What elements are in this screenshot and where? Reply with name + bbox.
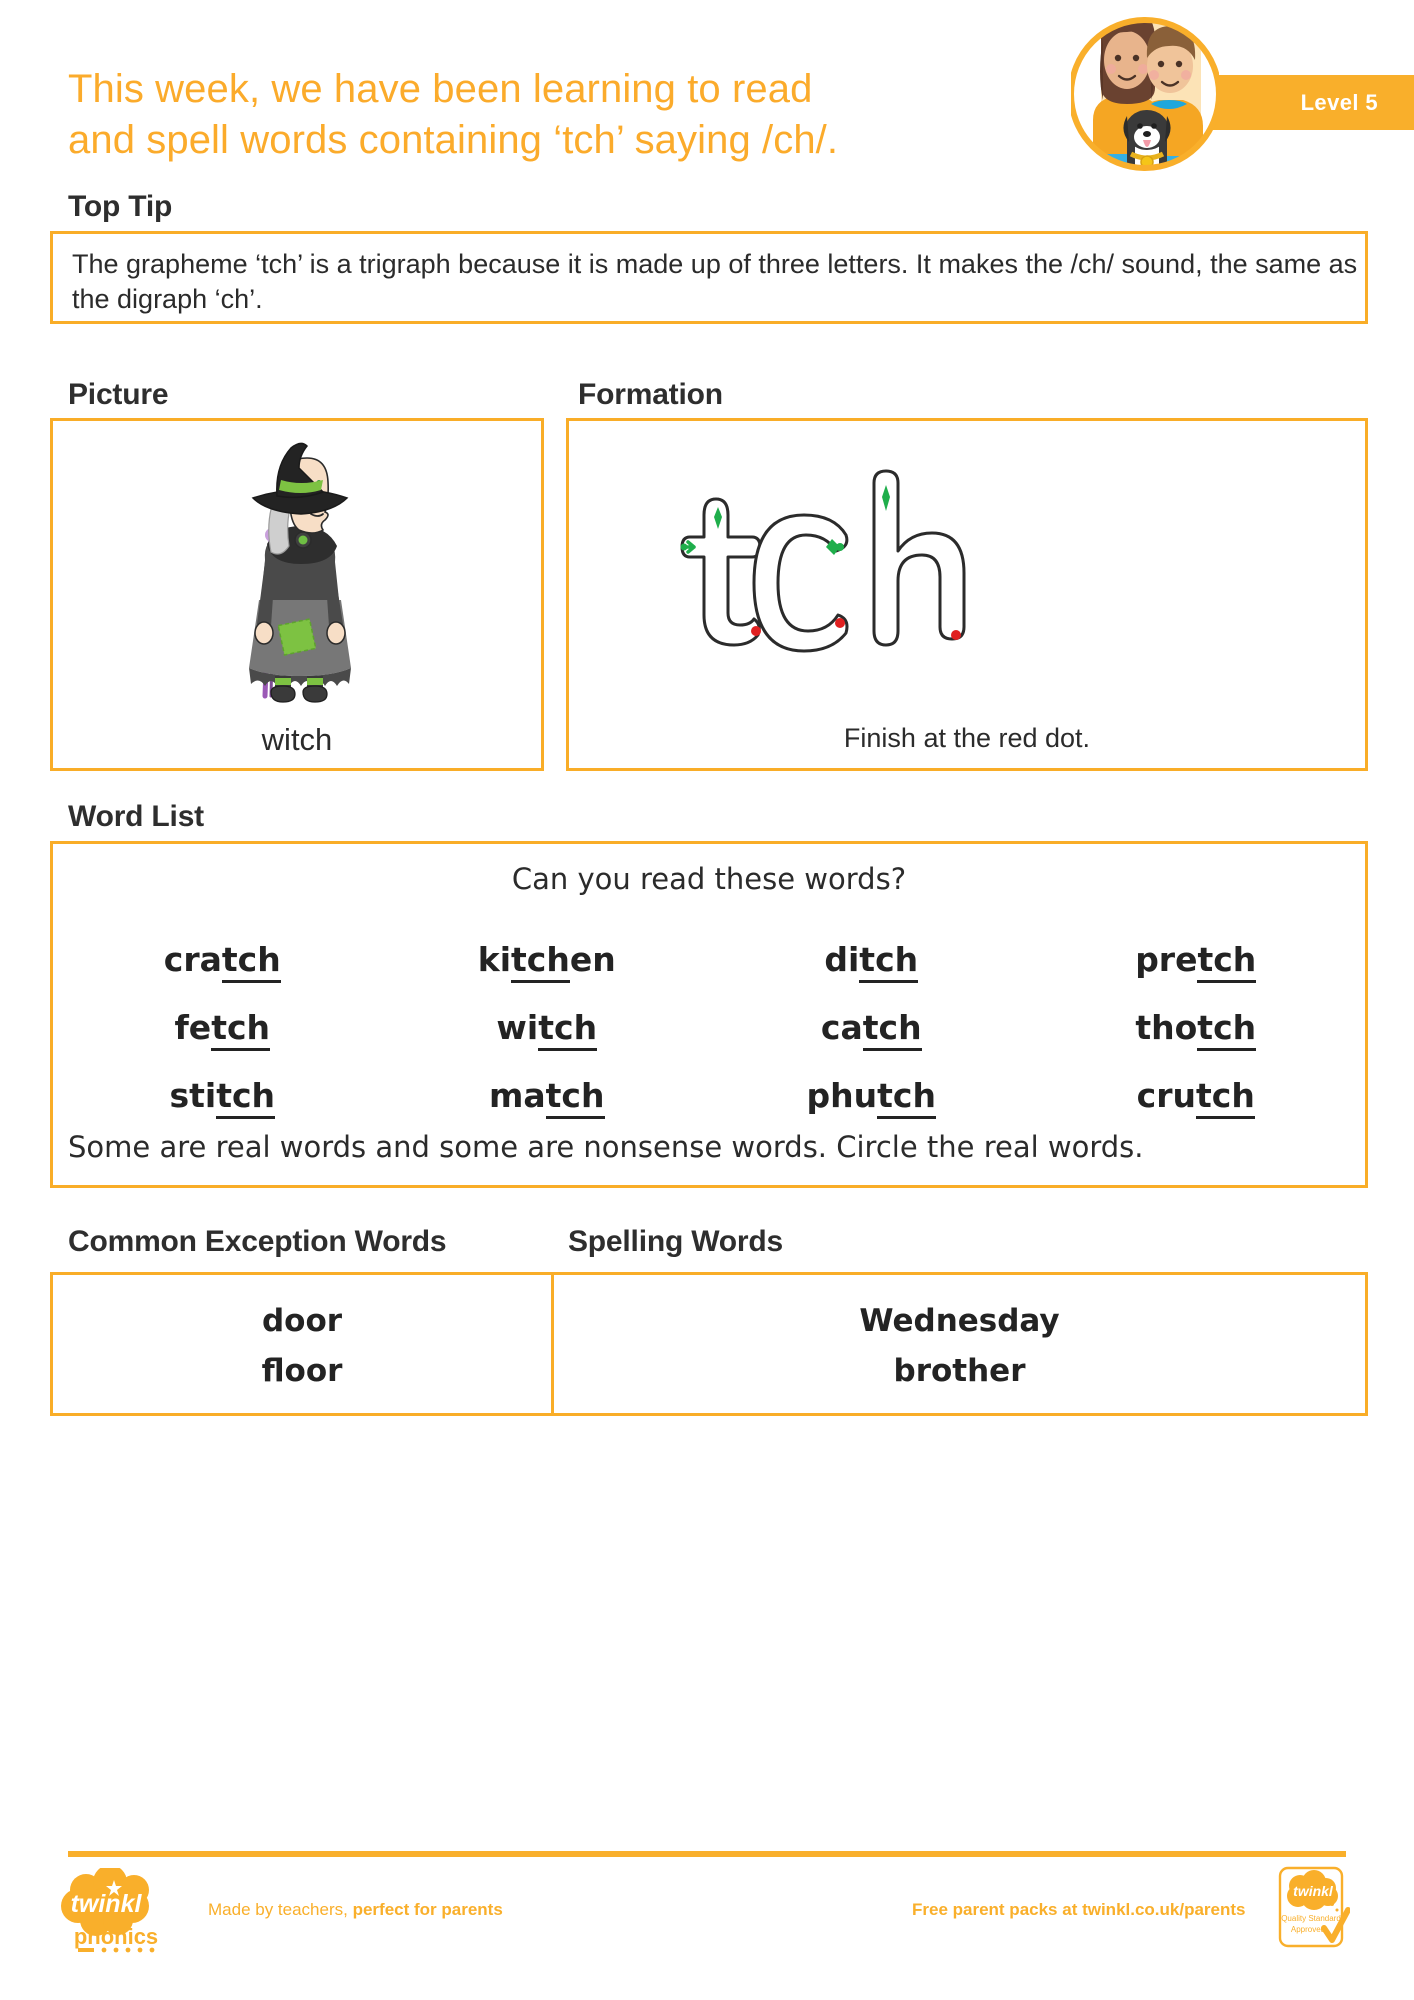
word-list-footer-note: Some are real words and some are nonsens…: [68, 1130, 1144, 1164]
svg-text:Quality Standard: Quality Standard: [1281, 1914, 1341, 1923]
word-grapheme: tch: [211, 1007, 271, 1051]
word-list-word[interactable]: thotch: [1034, 1007, 1359, 1051]
twinkl-phonics-logo: twinkl phonics: [52, 1865, 176, 1954]
list-item: Wednesday: [859, 1303, 1060, 1339]
word-grapheme: tch: [538, 1007, 598, 1051]
word-grapheme: tch: [545, 1075, 605, 1119]
word-grapheme: tch: [1197, 1007, 1257, 1051]
spelling-words-list: Wednesday brother: [554, 1286, 1365, 1406]
word-list-word[interactable]: witch: [385, 1007, 710, 1051]
word-list-word[interactable]: crutch: [1034, 1075, 1359, 1119]
word-list-row: stitch match phutch crutch: [60, 1061, 1358, 1129]
footer-made-by-text: Made by teachers, perfect for parents: [208, 1900, 503, 1920]
page-header: This week, we have been learning to read…: [0, 0, 1414, 210]
word-list-word[interactable]: cratch: [60, 939, 385, 983]
word-grapheme: tch: [221, 939, 281, 983]
svg-text:Approved: Approved: [1291, 1925, 1325, 1934]
children-with-dog-icon: [1068, 4, 1222, 176]
word-prefix: sti: [169, 1075, 217, 1115]
page-title-line-1: This week, we have been learning to read: [68, 67, 813, 111]
word-prefix: ma: [489, 1075, 546, 1115]
word-grapheme: tch: [511, 939, 570, 983]
word-list-row: cratch kitchen ditch pretch: [60, 925, 1358, 993]
letter-formation-tch-icon: [660, 455, 980, 685]
footer-parent-packs-link[interactable]: Free parent packs at twinkl.co.uk/parent…: [912, 1900, 1246, 1920]
word-grapheme: tch: [862, 1007, 922, 1051]
page-title-line-2: and spell words containing ‘tch’ saying …: [68, 118, 839, 163]
word-prefix: ki: [477, 939, 512, 979]
word-prefix: cru: [1136, 1075, 1196, 1115]
word-list-word[interactable]: match: [385, 1075, 710, 1119]
common-exception-words-list: door floor: [53, 1286, 551, 1406]
footer-made-bold: perfect for parents: [352, 1900, 503, 1919]
word-list-word[interactable]: stitch: [60, 1075, 385, 1119]
formation-caption: Finish at the red dot.: [843, 723, 1091, 753]
footer-divider: [68, 1851, 1346, 1857]
word-prefix: di: [824, 939, 860, 979]
footer-made-plain: Made by teachers,: [208, 1900, 353, 1919]
word-prefix: ca: [820, 1007, 863, 1047]
svg-text:twinkl: twinkl: [71, 1890, 143, 1918]
word-prefix: phu: [806, 1075, 878, 1115]
word-list-row: fetch witch catch thotch: [60, 993, 1358, 1061]
spelling-words-heading: Spelling Words: [568, 1225, 783, 1258]
level-badge: Level 5: [1188, 75, 1414, 130]
top-tip-text: The grapheme ‘tch’ is a trigraph because…: [72, 249, 1358, 315]
top-tip-heading: Top Tip: [68, 190, 173, 223]
word-prefix: tho: [1135, 1007, 1198, 1047]
word-list-heading: Word List: [68, 800, 204, 833]
word-grapheme: tch: [877, 1075, 936, 1119]
word-prefix: cra: [163, 939, 222, 979]
list-item: door: [261, 1303, 343, 1339]
quality-standard-approved-badge: twinkl Quality Standard Approved: [1278, 1866, 1351, 1956]
word-grapheme: tch: [859, 939, 919, 983]
word-list-word[interactable]: kitchen: [385, 939, 710, 983]
word-list-word[interactable]: fetch: [60, 1007, 385, 1051]
svg-text:twinkl: twinkl: [1293, 1883, 1334, 1899]
word-list-word[interactable]: catch: [709, 1007, 1034, 1051]
word-suffix: en: [569, 939, 616, 979]
word-list-prompt: Can you read these words?: [511, 862, 907, 896]
page-title: This week, we have been learning to read…: [68, 64, 1068, 166]
word-grapheme: tch: [1196, 1075, 1255, 1119]
picture-heading: Picture: [68, 378, 169, 411]
worksheet-page: This week, we have been learning to read…: [0, 0, 1414, 2000]
word-prefix: wi: [496, 1007, 539, 1047]
word-list-grid: cratch kitchen ditch pretch fetch witch catch t…: [60, 925, 1358, 1129]
list-item: brother: [893, 1353, 1026, 1389]
word-list-word[interactable]: ditch: [709, 939, 1034, 983]
level-badge-label: Level 5: [1300, 89, 1378, 115]
word-grapheme: tch: [1197, 939, 1257, 983]
common-exception-words-heading: Common Exception Words: [68, 1225, 447, 1258]
witch-illustration-icon: [215, 440, 380, 710]
list-item: floor: [261, 1353, 343, 1389]
word-grapheme: tch: [216, 1075, 276, 1119]
word-list-word[interactable]: phutch: [709, 1075, 1034, 1119]
word-list-word[interactable]: pretch: [1034, 939, 1359, 983]
svg-text:phonics: phonics: [74, 1924, 158, 1949]
word-prefix: fe: [174, 1007, 212, 1047]
formation-heading: Formation: [578, 378, 723, 411]
picture-caption: witch: [261, 722, 333, 757]
word-prefix: pre: [1135, 939, 1198, 979]
